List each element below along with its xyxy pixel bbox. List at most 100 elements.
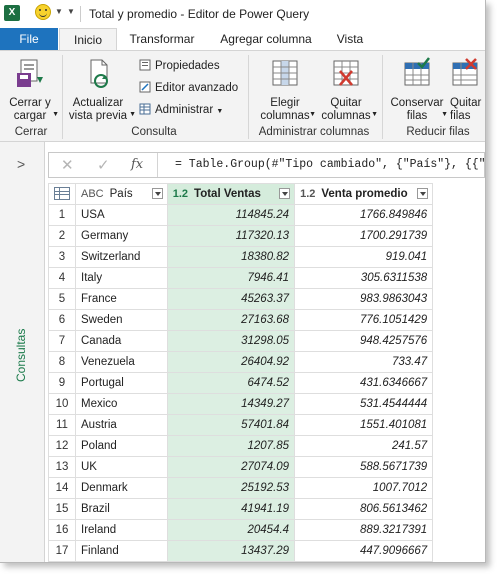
- formula-input[interactable]: = Table.Group(#"Tipo cambiado", {"País"}…: [175, 158, 485, 171]
- cell-venta-promedio[interactable]: 431.6346667: [294, 372, 434, 394]
- column-header-total-ventas[interactable]: 1.2 Total Ventas: [166, 183, 296, 205]
- tab-file[interactable]: File: [0, 28, 58, 50]
- cell-pais[interactable]: Brazil: [75, 498, 168, 520]
- cell-total-ventas[interactable]: 13437.29: [166, 540, 296, 562]
- cell-venta-promedio[interactable]: 919.041: [294, 246, 434, 268]
- table-row[interactable]: 6 Sweden 27163.68 776.1051429: [48, 309, 485, 331]
- table-row[interactable]: 5 France 45263.37 983.9863043: [48, 288, 485, 310]
- row-number[interactable]: 8: [48, 351, 76, 373]
- table-row[interactable]: 11 Austria 57401.84 1551.401081: [48, 414, 485, 436]
- cancel-icon[interactable]: ✕: [61, 156, 74, 174]
- cell-pais[interactable]: Austria: [75, 414, 168, 436]
- tab-vista[interactable]: Vista: [330, 28, 370, 50]
- table-row[interactable]: 3 Switzerland 18380.82 919.041: [48, 246, 485, 268]
- row-number[interactable]: 6: [48, 309, 76, 331]
- table-row[interactable]: 8 Venezuela 26404.92 733.47: [48, 351, 485, 373]
- cell-pais[interactable]: UK: [75, 456, 168, 478]
- remove-columns-button[interactable]: Quitar columnas ▼: [318, 57, 378, 123]
- expand-chevron-icon[interactable]: >: [17, 156, 25, 172]
- tab-inicio[interactable]: Inicio: [59, 28, 117, 50]
- cell-total-ventas[interactable]: 41941.19: [166, 498, 296, 520]
- cell-venta-promedio[interactable]: 241.57: [294, 435, 434, 457]
- cell-total-ventas[interactable]: 6474.52: [166, 372, 296, 394]
- row-number[interactable]: 13: [48, 456, 76, 478]
- row-number[interactable]: 17: [48, 540, 76, 562]
- cell-total-ventas[interactable]: 20454.4: [166, 519, 296, 541]
- filter-dropdown-icon[interactable]: [151, 188, 163, 199]
- chevron-down-icon[interactable]: ▼: [55, 7, 63, 16]
- row-number[interactable]: 1: [48, 204, 76, 226]
- row-number[interactable]: 12: [48, 435, 76, 457]
- cell-venta-promedio[interactable]: 447.9096667: [294, 540, 434, 562]
- cell-venta-promedio[interactable]: 948.4257576: [294, 330, 434, 352]
- cell-venta-promedio[interactable]: 983.9863043: [294, 288, 434, 310]
- advanced-editor-button[interactable]: Editor avanzado: [139, 81, 238, 94]
- filter-dropdown-icon[interactable]: [417, 188, 429, 199]
- tab-transformar[interactable]: Transformar: [122, 28, 202, 50]
- row-number[interactable]: 15: [48, 498, 76, 520]
- decimal-type-icon[interactable]: 1.2: [300, 188, 315, 200]
- cell-total-ventas[interactable]: 1207.85: [166, 435, 296, 457]
- cell-pais[interactable]: Venezuela: [75, 351, 168, 373]
- quick-access-customize-icon[interactable]: ▼: [67, 7, 75, 16]
- table-row[interactable]: 10 Mexico 14349.27 531.4544444: [48, 393, 485, 415]
- cell-total-ventas[interactable]: 18380.82: [166, 246, 296, 268]
- cell-total-ventas[interactable]: 27074.09: [166, 456, 296, 478]
- cell-pais[interactable]: Switzerland: [75, 246, 168, 268]
- table-row[interactable]: 15 Brazil 41941.19 806.5613462: [48, 498, 485, 520]
- cell-total-ventas[interactable]: 31298.05: [166, 330, 296, 352]
- row-number[interactable]: 11: [48, 414, 76, 436]
- cell-pais[interactable]: USA: [75, 204, 168, 226]
- row-number[interactable]: 2: [48, 225, 76, 247]
- cell-pais[interactable]: Mexico: [75, 393, 168, 415]
- row-number[interactable]: 5: [48, 288, 76, 310]
- filter-dropdown-icon[interactable]: [279, 188, 291, 199]
- cell-venta-promedio[interactable]: 1551.401081: [294, 414, 434, 436]
- cell-venta-promedio[interactable]: 305.6311538: [294, 267, 434, 289]
- cell-pais[interactable]: Poland: [75, 435, 168, 457]
- table-row[interactable]: 17 Finland 13437.29 447.9096667: [48, 540, 485, 562]
- confirm-icon[interactable]: ✓: [97, 156, 110, 174]
- queries-panel-label[interactable]: Consultas: [14, 329, 28, 382]
- cell-total-ventas[interactable]: 45263.37: [166, 288, 296, 310]
- cell-total-ventas[interactable]: 14349.27: [166, 393, 296, 415]
- column-header-pais[interactable]: ABC País: [75, 183, 168, 205]
- cell-venta-promedio[interactable]: 1700.291739: [294, 225, 434, 247]
- cell-pais[interactable]: Sweden: [75, 309, 168, 331]
- refresh-preview-button[interactable]: Actualizar vista previa ▼: [66, 57, 136, 123]
- cell-total-ventas[interactable]: 117320.13: [166, 225, 296, 247]
- cell-total-ventas[interactable]: 57401.84: [166, 414, 296, 436]
- cell-venta-promedio[interactable]: 588.5671739: [294, 456, 434, 478]
- properties-button[interactable]: Propiedades: [139, 59, 220, 72]
- row-number[interactable]: 16: [48, 519, 76, 541]
- cell-venta-promedio[interactable]: 733.47: [294, 351, 434, 373]
- cell-pais[interactable]: Canada: [75, 330, 168, 352]
- table-row[interactable]: 12 Poland 1207.85 241.57: [48, 435, 485, 457]
- cell-total-ventas[interactable]: 27163.68: [166, 309, 296, 331]
- table-row[interactable]: 13 UK 27074.09 588.5671739: [48, 456, 485, 478]
- cell-venta-promedio[interactable]: 806.5613462: [294, 498, 434, 520]
- cell-venta-promedio[interactable]: 889.3217391: [294, 519, 434, 541]
- table-row[interactable]: 7 Canada 31298.05 948.4257576: [48, 330, 485, 352]
- table-row[interactable]: 4 Italy 7946.41 305.6311538: [48, 267, 485, 289]
- cell-pais[interactable]: Germany: [75, 225, 168, 247]
- column-header-venta-promedio[interactable]: 1.2 Venta promedio: [294, 183, 434, 205]
- tab-agregar-columna[interactable]: Agregar columna: [212, 28, 320, 50]
- fx-icon[interactable]: fx: [131, 157, 143, 172]
- text-type-icon[interactable]: ABC: [81, 188, 104, 200]
- cell-venta-promedio[interactable]: 1007.7012: [294, 477, 434, 499]
- cell-total-ventas[interactable]: 26404.92: [166, 351, 296, 373]
- table-row[interactable]: 9 Portugal 6474.52 431.6346667: [48, 372, 485, 394]
- cell-venta-promedio[interactable]: 776.1051429: [294, 309, 434, 331]
- cell-venta-promedio[interactable]: 531.4544444: [294, 393, 434, 415]
- cell-pais[interactable]: Ireland: [75, 519, 168, 541]
- table-row[interactable]: 14 Denmark 25192.53 1007.7012: [48, 477, 485, 499]
- table-row[interactable]: 16 Ireland 20454.4 889.3217391: [48, 519, 485, 541]
- row-number[interactable]: 9: [48, 372, 76, 394]
- cell-total-ventas[interactable]: 114845.24: [166, 204, 296, 226]
- row-number[interactable]: 4: [48, 267, 76, 289]
- close-and-load-button[interactable]: Cerrar y cargar ▼: [5, 57, 59, 123]
- cell-total-ventas[interactable]: 7946.41: [166, 267, 296, 289]
- cell-pais[interactable]: Finland: [75, 540, 168, 562]
- table-row[interactable]: 2 Germany 117320.13 1700.291739: [48, 225, 485, 247]
